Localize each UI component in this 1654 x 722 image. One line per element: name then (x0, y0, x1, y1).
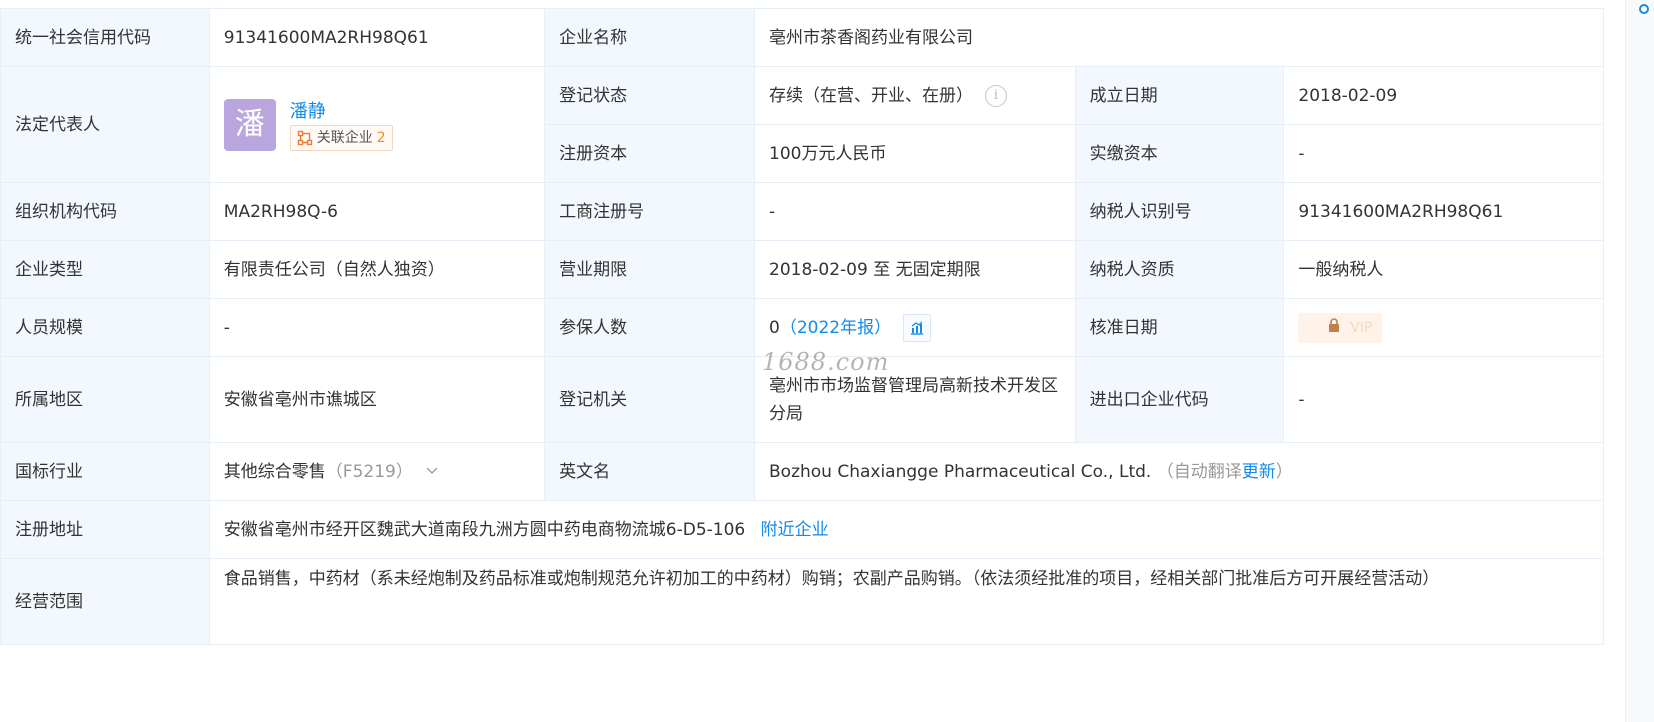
related-network-icon (297, 130, 313, 146)
legal-rep-info: 潘静 关联企业 2 (289, 99, 393, 151)
legal-rep-label: 法定代表人 (0, 66, 210, 183)
scope-label: 经营范围 (0, 558, 210, 645)
biz-reg-no-label: 工商注册号 (544, 182, 755, 241)
table-row: 人员规模 - 参保人数 0（2022年报） 核准日期 VIP (0, 298, 1604, 357)
table-row: 法定代表人 潘 潘静 关联企业 2 登记状态 存续（在营、开业、在册） i 成立… (0, 66, 1604, 183)
company-info-table: 统一社会信用代码 91341600MA2RH98Q61 企业名称 亳州市茶香阁药… (0, 8, 1605, 645)
auto-translate-note: （自动翻译 (1156, 461, 1242, 482)
address-value: 安徽省亳州市经开区魏武大道南段九洲方圆中药电商物流城6-D5-106 (223, 519, 746, 540)
scope-value: 食品销售，中药材（系未经炮制及药品标准或炮制规范允许初加工的中药材）购销；农副产… (223, 569, 1440, 589)
nearby-companies-link[interactable]: 附近企业 (761, 520, 829, 540)
staff-size-label: 人员规模 (0, 298, 210, 357)
address-label: 注册地址 (0, 500, 210, 559)
english-name-cell: Bozhou Chaxiangge Pharmaceutical Co., Lt… (754, 442, 1604, 501)
table-row: 国标行业 其他综合零售（F5219） 英文名 Bozhou Chaxiangge… (0, 442, 1604, 501)
taxpayer-id-value: 91341600MA2RH98Q61 (1283, 182, 1604, 241)
biz-reg-no-value: - (754, 182, 1076, 241)
table-row: 经营范围 食品销售，中药材（系未经炮制及药品标准或炮制规范允许初加工的中药材）购… (0, 558, 1605, 645)
industry-cell[interactable]: 其他综合零售（F5219） (208, 442, 546, 501)
reg-capital-value: 100万元人民币 (754, 124, 1076, 183)
insured-count: 0 (769, 317, 780, 338)
reg-authority-label: 登记机关 (544, 356, 755, 443)
vip-badge-text: VIP (1350, 319, 1373, 336)
auto-translate-close: ） (1275, 461, 1293, 482)
credit-code-value: 91341600MA2RH98Q61 (208, 8, 546, 67)
table-row: 注册地址 安徽省亳州市经开区魏武大道南段九洲方圆中药电商物流城6-D5-106 … (0, 500, 1605, 559)
taxpayer-id-label: 纳税人识别号 (1074, 182, 1285, 241)
paid-capital-value: - (1283, 124, 1604, 183)
scope-cell: 食品销售，中药材（系未经炮制及药品标准或炮制规范允许初加工的中药材）购销；农副产… (208, 558, 1605, 645)
table-row: 所属地区 安徽省亳州市谯城区 登记机关 亳州市市场监督管理局高新技术开发区分局 … (0, 356, 1604, 443)
legal-rep-name-link[interactable]: 潘静 (290, 99, 393, 125)
company-name-label: 企业名称 (544, 8, 755, 67)
approved-date-cell: VIP (1283, 298, 1604, 357)
taxpayer-qual-label: 纳税人资质 (1074, 240, 1285, 299)
vip-lock-badge[interactable]: VIP (1298, 312, 1383, 343)
table-row: 组织机构代码 MA2RH98Q-6 工商注册号 - 纳税人识别号 9134160… (0, 182, 1604, 241)
related-companies-count: 2 (376, 129, 386, 146)
avatar[interactable]: 潘 (223, 98, 276, 151)
credit-code-label: 统一社会信用代码 (0, 8, 210, 67)
industry-label: 国标行业 (0, 442, 210, 501)
paid-capital-label: 实缴资本 (1074, 124, 1285, 183)
region-value: 安徽省亳州市谯城区 (208, 356, 546, 443)
industry-name: 其他综合零售 (223, 461, 326, 482)
staff-size-value: - (208, 298, 546, 357)
org-code-label: 组织机构代码 (0, 182, 210, 241)
company-type-label: 企业类型 (0, 240, 210, 299)
founded-label: 成立日期 (1074, 66, 1285, 125)
reg-authority-value: 亳州市市场监督管理局高新技术开发区分局 (754, 356, 1076, 443)
reg-capital-label: 注册资本 (544, 124, 755, 183)
legal-rep-block: 潘 潘静 关联企业 2 (223, 98, 530, 151)
info-icon[interactable]: i (985, 84, 1007, 107)
industry-code: （F5219） (325, 461, 413, 482)
biz-term-label: 营业期限 (544, 240, 755, 299)
approved-date-label: 核准日期 (1074, 298, 1285, 357)
chevron-down-icon[interactable] (425, 457, 439, 485)
related-companies-label: 关联企业 (316, 129, 373, 146)
side-nav-dot[interactable] (1639, 4, 1649, 14)
region-label: 所属地区 (0, 356, 210, 443)
company-info-page: 统一社会信用代码 91341600MA2RH98Q61 企业名称 亳州市茶香阁药… (0, 0, 1654, 722)
table-row: 统一社会信用代码 91341600MA2RH98Q61 企业名称 亳州市茶香阁药… (0, 8, 1604, 67)
org-code-value: MA2RH98Q-6 (208, 182, 546, 241)
reg-status-value: 存续（在营、开业、在册） (769, 85, 973, 106)
update-link[interactable]: 更新 (1242, 462, 1276, 482)
import-export-value: - (1283, 356, 1604, 443)
founded-value: 2018-02-09 (1283, 66, 1604, 125)
taxpayer-qual-value: 一般纳税人 (1283, 240, 1604, 299)
address-cell: 安徽省亳州市经开区魏武大道南段九洲方圆中药电商物流城6-D5-106 附近企业 (208, 500, 1605, 559)
biz-term-value: 2018-02-09 至 无固定期限 (754, 240, 1076, 299)
related-companies-badge[interactable]: 关联企业 2 (289, 124, 393, 151)
side-scrollbar[interactable] (1625, 0, 1654, 722)
company-name-value: 亳州市茶香阁药业有限公司 (754, 8, 1604, 67)
legal-rep-cell: 潘 潘静 关联企业 2 (208, 66, 546, 183)
table-row: 企业类型 有限责任公司（自然人独资） 营业期限 2018-02-09 至 无固定… (0, 240, 1604, 299)
report-chart-icon[interactable] (903, 313, 932, 342)
reg-status-cell: 存续（在营、开业、在册） i (754, 66, 1076, 125)
insured-label: 参保人数 (544, 298, 755, 357)
english-name-value: Bozhou Chaxiangge Pharmaceutical Co., Lt… (769, 461, 1152, 482)
reg-status-label: 登记状态 (544, 66, 755, 125)
annual-report-link[interactable]: （2022年报） (780, 318, 891, 338)
company-type-value: 有限责任公司（自然人独资） (208, 240, 546, 299)
lock-icon (1328, 314, 1340, 342)
english-name-label: 英文名 (544, 442, 755, 501)
insured-cell: 0（2022年报） (754, 298, 1076, 357)
import-export-label: 进出口企业代码 (1074, 356, 1285, 443)
